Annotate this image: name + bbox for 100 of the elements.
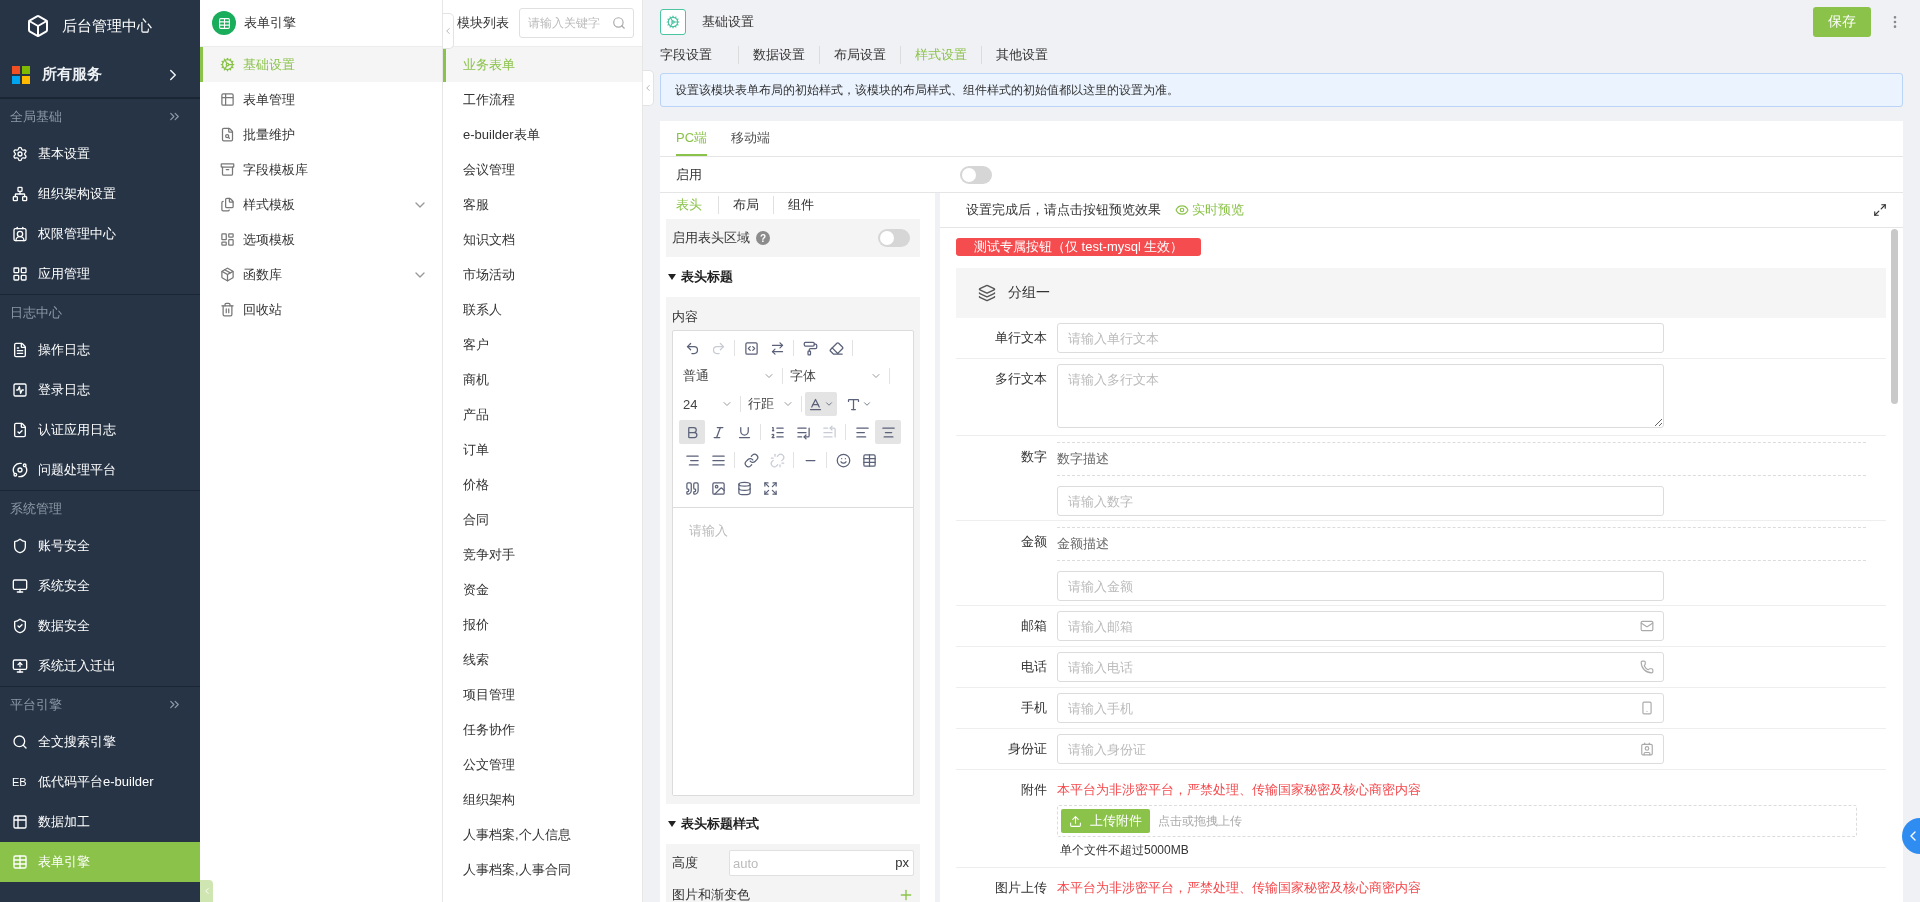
module-item[interactable]: e-builder表单 xyxy=(443,117,642,152)
nav-item[interactable]: 登录日志 xyxy=(0,370,200,410)
tab[interactable]: 移动端 xyxy=(731,121,771,156)
tab[interactable]: 字段设置 xyxy=(660,46,738,64)
module-item[interactable]: 项目管理 xyxy=(443,677,642,712)
field-label: 高度 xyxy=(672,854,698,872)
caret-icon xyxy=(668,821,676,827)
nav-item[interactable]: 系统安全 xyxy=(0,566,200,606)
text-field[interactable]: 请输入身份证 xyxy=(1057,734,1664,764)
font-select[interactable]: 字体 xyxy=(786,364,886,388)
section-title: 全局基础 xyxy=(10,107,62,126)
menu-item[interactable]: 函数库 xyxy=(200,257,442,292)
collapse-handle[interactable] xyxy=(643,70,654,106)
align-center-icon[interactable] xyxy=(875,420,901,444)
toggle-switch[interactable] xyxy=(960,165,992,184)
bold-icon[interactable] xyxy=(679,420,705,444)
tab[interactable]: 布局设置 xyxy=(819,46,900,64)
tab[interactable]: 其他设置 xyxy=(981,46,1062,64)
menu-item[interactable]: 选项模板 xyxy=(200,222,442,257)
menu-item[interactable]: 批量维护 xyxy=(200,117,442,152)
menu-item[interactable]: 字段模板库 xyxy=(200,152,442,187)
file-check-icon xyxy=(12,422,28,438)
textarea-field[interactable]: 请输入多行文本 xyxy=(1057,364,1664,428)
setting-label: 启用 xyxy=(676,165,703,184)
toggle-switch[interactable] xyxy=(878,229,910,247)
number-field[interactable]: 请输入数字 xyxy=(1057,486,1664,516)
field-description: 数字描述 xyxy=(1057,450,1109,468)
search-icon xyxy=(612,16,626,30)
module-item[interactable]: 联系人 xyxy=(443,292,642,327)
nav-item[interactable]: 认证应用日志 xyxy=(0,410,200,450)
module-item[interactable]: 会议管理 xyxy=(443,152,642,187)
module-item[interactable]: 商机 xyxy=(443,362,642,397)
table-icon xyxy=(12,854,28,870)
tab[interactable]: 布局 xyxy=(718,196,773,214)
panel-title: 模块列表 xyxy=(457,14,509,32)
module-item[interactable]: 订单 xyxy=(443,432,642,467)
text-field[interactable]: 请输入邮箱 xyxy=(1057,611,1664,641)
nav-item[interactable]: 组织架构设置 xyxy=(0,174,200,214)
text-field[interactable]: 请输入单行文本 xyxy=(1057,323,1664,353)
field-description: 金额描述 xyxy=(1057,535,1109,553)
size-select[interactable]: 24 xyxy=(679,392,737,416)
warning-text: 本平台为非涉密平台，严禁处理、传输国家秘密及核心商密内容 xyxy=(1057,781,1422,799)
field-label: 内容 xyxy=(672,309,698,324)
module-item[interactable]: 市场活动 xyxy=(443,257,642,292)
field-label: 图片和渐变色 xyxy=(672,886,750,902)
module-item[interactable]: 竞争对手 xyxy=(443,537,642,572)
module-item[interactable]: 任务协作 xyxy=(443,712,642,747)
module-item[interactable]: 合同 xyxy=(443,502,642,537)
monitor-icon xyxy=(12,578,28,594)
nav-item[interactable]: 全文搜索引擎 xyxy=(0,722,200,762)
nav-item[interactable]: 系统迁入迁出 xyxy=(0,646,200,686)
collapse-handle[interactable] xyxy=(200,880,213,902)
package-icon xyxy=(220,267,235,282)
module-item[interactable]: 知识文档 xyxy=(443,222,642,257)
group-title: 分组一 xyxy=(1008,284,1050,302)
fullscreen-icon[interactable] xyxy=(1873,203,1887,217)
nav-item[interactable]: 问题处理平台 xyxy=(0,450,200,490)
tab[interactable]: 数据设置 xyxy=(738,46,819,64)
module-item[interactable]: 组织架构 xyxy=(443,782,642,817)
font-color-icon[interactable] xyxy=(805,392,837,416)
module-item[interactable]: 报价 xyxy=(443,607,642,642)
menu-item[interactable]: 样式模板 xyxy=(200,187,442,222)
nav-item[interactable]: 基本设置 xyxy=(0,134,200,174)
menu-item[interactable]: 表单管理 xyxy=(200,82,442,117)
module-item[interactable]: 工作流程 xyxy=(443,82,642,117)
field-label: 邮箱 xyxy=(1020,617,1047,635)
menu-item[interactable]: 回收站 xyxy=(200,292,442,327)
module-item[interactable]: 人事档案,人事合同 xyxy=(443,852,642,887)
nav-item[interactable]: 账号安全 xyxy=(0,526,200,566)
monitor-upload-icon xyxy=(12,658,28,674)
nav-item[interactable]: EB 低代码平台e-builder xyxy=(0,762,200,802)
nav-item[interactable]: 数据安全 xyxy=(0,606,200,646)
nav-item[interactable]: 数据加工 xyxy=(0,802,200,842)
tab[interactable]: 组件 xyxy=(773,196,828,214)
module-item[interactable]: 线索 xyxy=(443,642,642,677)
collapse-handle[interactable] xyxy=(443,13,454,49)
number-field[interactable]: 请输入金额 xyxy=(1057,571,1664,601)
module-item[interactable]: 产品 xyxy=(443,397,642,432)
form-engine-icon xyxy=(212,11,236,35)
module-item[interactable]: 客服 xyxy=(443,187,642,222)
grid-icon xyxy=(12,266,28,282)
module-item[interactable]: 资金 xyxy=(443,572,642,607)
upload-limit-text: 单个文件不超过5000MB xyxy=(1059,842,1190,859)
text-field[interactable]: 请输入手机 xyxy=(1057,693,1664,723)
module-item[interactable]: 公文管理 xyxy=(443,747,642,782)
paragraph-select[interactable]: 普通 xyxy=(679,364,779,388)
module-item[interactable]: 价格 xyxy=(443,467,642,502)
nav-item[interactable]: 权限管理中心 xyxy=(0,214,200,254)
shield-check-icon xyxy=(12,618,28,634)
field-label: 电话 xyxy=(1020,658,1047,676)
cube-logo-icon xyxy=(26,14,50,38)
nav-item[interactable]: 应用管理 xyxy=(0,254,200,294)
search-field[interactable]: 请输入关键字 xyxy=(519,8,634,38)
field-label: 手机 xyxy=(1020,699,1047,717)
module-item[interactable]: 人事档案,个人信息 xyxy=(443,817,642,852)
line-height-select[interactable]: 行距 xyxy=(744,392,798,416)
text-field[interactable]: 请输入电话 xyxy=(1057,652,1664,682)
all-services-link[interactable]: 所有服务 xyxy=(0,52,200,98)
nav-item[interactable]: 操作日志 xyxy=(0,330,200,370)
module-item[interactable]: 客户 xyxy=(443,327,642,362)
